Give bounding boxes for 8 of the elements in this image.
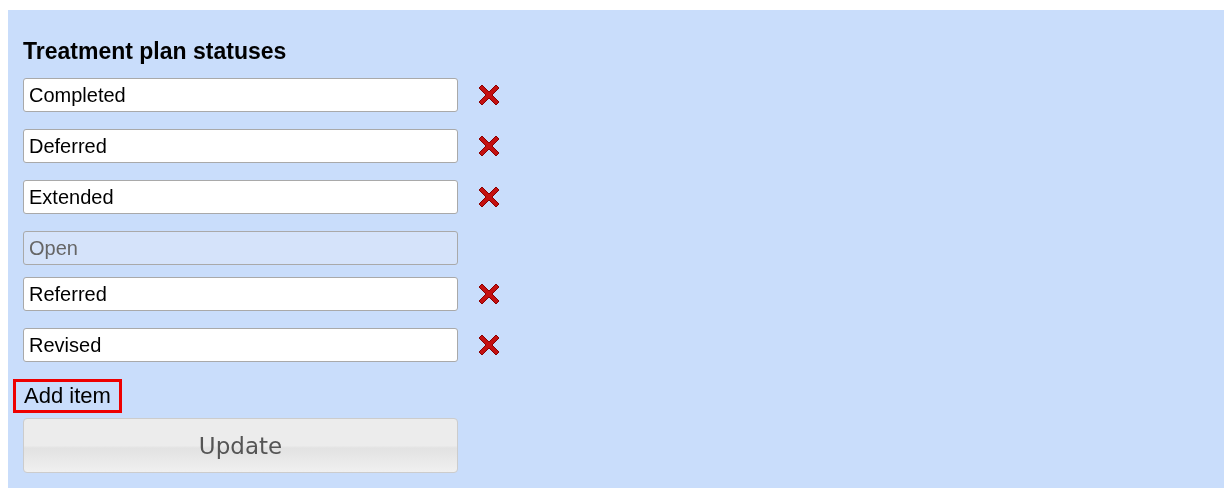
section-title: Treatment plan statuses <box>23 37 288 66</box>
update-button[interactable]: Update <box>23 418 458 473</box>
status-input-field[interactable]: Completed <box>23 78 458 112</box>
status-input-field[interactable]: Referred <box>23 277 458 311</box>
status-input-field[interactable]: Deferred <box>23 129 458 163</box>
add-item-link[interactable]: Add item <box>13 379 122 413</box>
status-input-field[interactable]: Revised <box>23 328 458 362</box>
status-input-field[interactable]: Extended <box>23 180 458 214</box>
